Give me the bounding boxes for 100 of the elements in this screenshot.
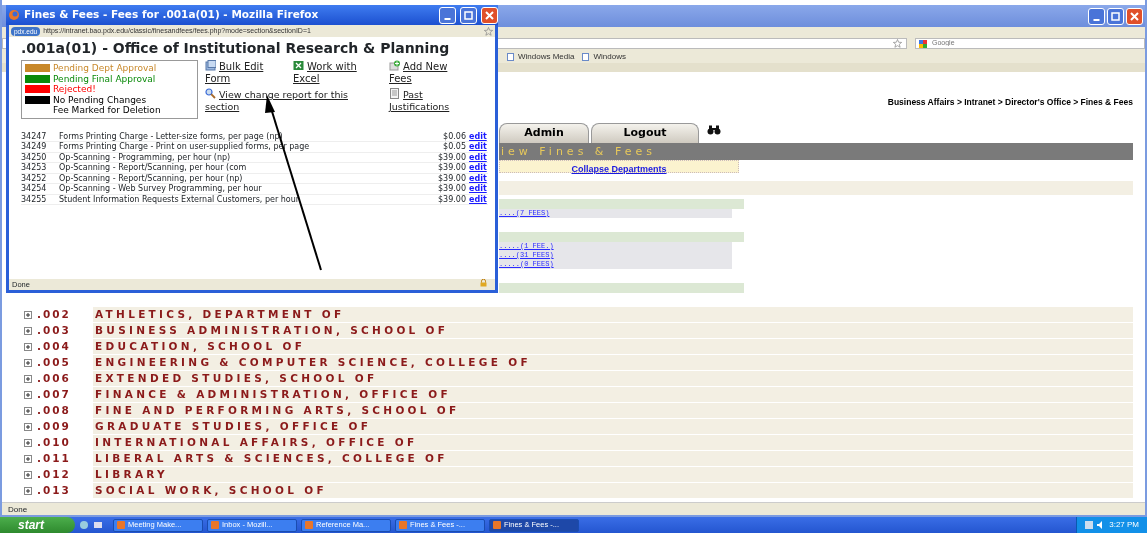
action-link[interactable]: Past Justifications	[389, 88, 469, 113]
fee-description: Op-Scanning - Web Survey Programming, per hour	[59, 183, 426, 194]
department-name[interactable]: ENGINEERING & COMPUTER SCIENCE, COLLEGE OF	[93, 355, 1133, 371]
fee-amount: $39.00	[425, 152, 466, 163]
expand-icon[interactable]	[24, 454, 32, 463]
department-name[interactable]: SOCIAL WORK, SCHOOL OF	[93, 483, 1133, 499]
fee-id: 34255	[21, 194, 59, 205]
action-link[interactable]: Work with Excel	[293, 60, 381, 85]
department-code: .013	[37, 482, 72, 498]
lock-icon	[480, 279, 487, 287]
maximize-button[interactable]	[460, 6, 477, 24]
fee-id: 34253	[21, 162, 59, 173]
bookmark-link[interactable]: Windows Media	[518, 50, 575, 63]
minimize-icon	[1093, 19, 1100, 21]
expand-icon[interactable]	[24, 358, 32, 367]
department-code: .005	[37, 354, 72, 370]
minimize-icon	[444, 18, 451, 20]
star-icon[interactable]	[893, 39, 902, 48]
edit-link[interactable]: edit	[469, 194, 487, 204]
department-code: .012	[37, 466, 72, 482]
legend-label: No Pending Changes	[53, 94, 147, 105]
start-button[interactable]: start	[0, 517, 75, 533]
browser-icon	[8, 9, 20, 21]
maximize-button[interactable]	[1107, 7, 1124, 25]
documents-icon	[205, 60, 216, 71]
action-link[interactable]: Add New Fees	[389, 60, 469, 85]
expand-icon[interactable]	[24, 486, 32, 495]
tray-icon	[1085, 521, 1094, 529]
binoculars-icon[interactable]	[707, 124, 721, 135]
fee-description: Op-Scanning - Programming, per hour (np)	[59, 152, 426, 163]
fee-amount: $0.05	[425, 141, 466, 152]
legend-label: Pending Final Approval	[53, 73, 156, 84]
fee-amount: $39.00	[425, 183, 466, 194]
page-icon	[389, 88, 400, 99]
department-code: .007	[37, 386, 72, 402]
action-link[interactable]: View change report for this section	[205, 88, 381, 113]
department-name[interactable]: GRADUATE STUDIES, OFFICE OF	[93, 419, 1133, 435]
window-icon	[399, 521, 407, 529]
bookmark-link[interactable]: Windows	[593, 50, 626, 63]
expand-icon[interactable]	[24, 470, 32, 479]
department-name[interactable]: BUSINESS ADMINISTRATION, SCHOOL OF	[93, 323, 1133, 339]
department-code: .002	[37, 306, 72, 322]
department-name[interactable]: FINE AND PERFORMING ARTS, SCHOOL OF	[93, 403, 1133, 419]
fee-id: 34250	[21, 152, 59, 163]
expand-icon[interactable]	[24, 406, 32, 415]
maximize-icon	[1111, 11, 1120, 21]
legend-label: Fee Marked for Deletion	[53, 105, 161, 116]
edit-link[interactable]: edit	[469, 152, 487, 162]
page-icon	[582, 52, 590, 61]
department-code: .004	[37, 338, 72, 354]
spreadsheet-icon	[293, 60, 304, 71]
edit-link[interactable]: edit	[469, 131, 487, 141]
star-icon[interactable]	[484, 26, 493, 36]
window-icon	[493, 521, 501, 529]
search-icon	[205, 88, 216, 99]
page-icon	[507, 52, 514, 61]
edit-link[interactable]: edit	[469, 184, 487, 193]
expand-icon[interactable]	[24, 422, 32, 431]
edit-link[interactable]: edit	[469, 173, 487, 183]
expand-icon[interactable]	[24, 310, 32, 319]
fee-id: 34249	[21, 141, 59, 152]
department-name[interactable]: FINANCE & ADMINISTRATION, OFFICE OF	[93, 387, 1133, 403]
department-code: .011	[37, 450, 72, 466]
fee-amount: $39.00	[425, 173, 466, 184]
edit-link[interactable]: edit	[469, 163, 487, 172]
nav-tab[interactable]: Admin	[499, 122, 589, 143]
minimize-button[interactable]	[439, 6, 456, 24]
status-bar: Done	[2, 502, 1145, 515]
fee-description: Student Information Requests External Customers, per hour	[59, 194, 426, 205]
expand-icon[interactable]	[24, 326, 32, 335]
expand-icon[interactable]	[24, 342, 32, 351]
department-name[interactable]: EDUCATION, SCHOOL OF	[93, 339, 1133, 355]
department-name[interactable]: LIBRARY	[93, 467, 1133, 483]
department-code: .010	[37, 434, 72, 450]
expand-icon[interactable]	[24, 374, 32, 383]
expand-icon[interactable]	[24, 438, 32, 447]
fee-amount: $39.00	[425, 162, 466, 173]
minimize-button[interactable]	[1088, 7, 1105, 25]
action-link[interactable]: Bulk Edit Form	[205, 60, 285, 85]
department-code: .003	[37, 322, 72, 338]
department-code: .008	[37, 402, 72, 418]
department-name[interactable]: LIBERAL ARTS & SCIENCES, COLLEGE OF	[93, 451, 1133, 467]
close-button[interactable]	[1126, 7, 1143, 25]
nav-tab[interactable]: Logout	[591, 122, 699, 143]
collapse-link[interactable]: Collapse Departments	[571, 163, 667, 174]
department-name[interactable]: INTERNATIONAL AFFAIRS, OFFICE OF	[93, 435, 1133, 451]
maximize-icon	[464, 10, 473, 20]
department-name[interactable]: ATHLETICS, DEPARTMENT OF	[93, 307, 1133, 323]
page-heading: .001a(01) - Office of Institutional Research & Planning	[21, 40, 451, 56]
window-icon	[211, 521, 219, 529]
window-icon	[117, 521, 125, 529]
fee-amount: $0.06	[425, 131, 466, 142]
search-engine-icon[interactable]	[919, 39, 929, 48]
department-name[interactable]: EXTENDED STUDIES, SCHOOL OF	[93, 371, 1133, 387]
close-icon	[485, 10, 494, 20]
edit-link[interactable]: edit	[469, 142, 487, 151]
expand-icon[interactable]	[24, 390, 32, 399]
fee-id: 34247	[21, 131, 59, 142]
close-button[interactable]	[481, 6, 498, 24]
plus-icon	[389, 60, 400, 71]
